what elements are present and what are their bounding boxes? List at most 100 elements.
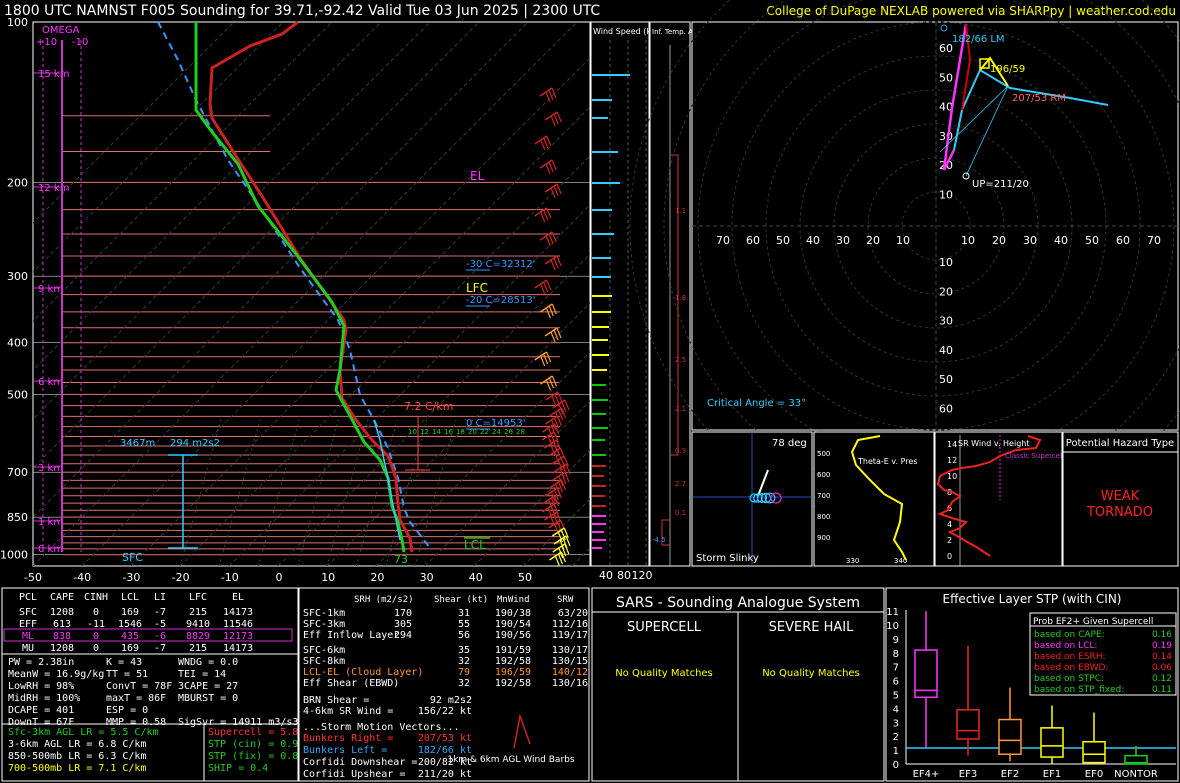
temperature-label: 50: [518, 571, 532, 584]
index-value: DCAPE = 401: [8, 705, 74, 716]
pressure-label: 500: [7, 388, 28, 401]
index-value: MBURST = 0: [178, 693, 238, 704]
parcel-header: LCL: [121, 592, 139, 603]
kin-row-label: Eff Shear (EBWD): [303, 678, 399, 689]
pressure-label: 200: [7, 176, 28, 189]
index-value: TT = 51: [106, 669, 148, 680]
temp-adv-val-5: 0.3: [675, 447, 686, 455]
temp-adv-val-6: 2.7: [675, 480, 686, 488]
hodo-y-tick: 20: [939, 285, 953, 298]
index-value: ESP = 0: [106, 705, 148, 716]
parcel-cell: SFC: [19, 607, 37, 618]
kin-cell: 192/58: [495, 678, 531, 689]
sfc-label: SFC: [122, 551, 143, 564]
hodo-lm-label: 182/66 LM: [952, 34, 1005, 45]
kin-cell: 79: [458, 667, 470, 678]
hodo-rm-label: 207/53 RM: [1012, 93, 1066, 104]
height-label: 6 km: [38, 377, 63, 388]
sars-supercell-header: SUPERCELL: [627, 620, 702, 635]
lapse-rate-value: 850-500mb LR = 6.3 C/km: [8, 751, 146, 762]
height-label: 9 km: [38, 284, 63, 295]
kin-cell: 31: [458, 608, 470, 619]
pressure-axis: 100 200 300 400 500 700 850 1000: [0, 16, 28, 562]
kin-header: MnWind: [497, 595, 530, 605]
theta-e-panel: 500600700800900330340350 Theta-E v. Pres: [813, 431, 955, 567]
lapse-rate-block: Sfc-3km AGL LR = 5.5 C/km3-6km AGL LR = …: [8, 727, 159, 774]
index-value: K = 43: [106, 657, 142, 668]
theta-e-y-tick: 900: [817, 534, 830, 542]
kin-cell: 190/38: [495, 608, 531, 619]
kin-cell: 55: [458, 619, 470, 630]
kin-cell: 32: [458, 678, 470, 689]
hodo-y-tick: 50: [939, 71, 953, 84]
temperature-label: 10: [321, 571, 335, 584]
temp-adv-val-8: -4.5: [652, 536, 666, 544]
stp-y-tick: 9: [893, 635, 899, 646]
sr-wind-y-tick: 4: [947, 520, 952, 529]
wetbulb-tick: 20: [468, 428, 477, 436]
hodo-y-tick: 30: [939, 315, 953, 328]
sr-wind-y-tick: 14: [947, 440, 957, 449]
parcel-cell: 1546: [118, 619, 142, 630]
kin-row-label: SFC-8km: [303, 656, 345, 667]
parcel-cell: 0: [93, 643, 99, 654]
hodo-x-tick: 20: [866, 234, 880, 247]
kin-header: SRW: [557, 595, 574, 605]
parcel-cell: 14173: [223, 607, 253, 618]
temperature-label: -40: [73, 571, 91, 584]
omega-tick-minus: -10: [72, 37, 88, 48]
hodo-x-tick: 10: [961, 234, 975, 247]
stp-box: [1040, 727, 1064, 758]
lapse-rate-value: 700-500mb LR = 7.1 C/km: [8, 763, 146, 774]
vector-value: 211/20 kt: [418, 769, 472, 780]
parcel-cell: 12173: [223, 631, 253, 642]
kin-cell: 140/12: [552, 667, 588, 678]
kin-row-label: SFC-1km: [303, 608, 345, 619]
storm-vectors-title: ...Storm Motion Vectors...: [303, 722, 460, 733]
temperature-axis: -50 -40 -30 -20 -10 0 10 20 30 40 50: [24, 571, 532, 584]
hodo-x-tick: 60: [746, 234, 760, 247]
parcel-header: LFC: [189, 592, 207, 603]
prob-label: based on LCL:: [1034, 641, 1097, 651]
kinematic-panel: SRH (m2/s2) Shear (kt) MnWind SRW SFC-1km 170…: [298, 587, 590, 782]
pressure-label: 400: [7, 337, 28, 350]
parcel-cell: 14173: [223, 643, 253, 654]
parcel-cell: 613: [53, 619, 71, 630]
pressure-label: 300: [7, 270, 28, 283]
prob-label: based on STP_fixed:: [1034, 685, 1124, 695]
barb-caption: 1km & 6km AGL Wind Barbs: [447, 755, 574, 765]
wind-speed-frame: [590, 21, 650, 567]
prob-value: 0.19: [1152, 641, 1172, 651]
temperature-label: 40: [469, 571, 483, 584]
kin-row-label: LCL-EL (Cloud Layer): [303, 667, 423, 678]
temp-adv-val-4: 2.1: [675, 405, 686, 413]
kin-cell: 305: [394, 619, 412, 630]
kin-cell: 190/54: [495, 619, 531, 630]
storm-vector-block: BRN Shear = 92 m2s2 4-6km SR Wind = 156/22 …: [303, 695, 472, 780]
parcel-header: EL: [232, 592, 244, 603]
parcel-cell: -11: [87, 619, 105, 630]
pressure-label: 100: [7, 16, 28, 29]
thermo-panel: PCL CAPE CINH LCL LI LFC EL SFC 1208 0 169 -7 215 141…: [1, 587, 299, 782]
sr-wind-title: SR Wind v. Height: [958, 439, 1029, 448]
index-value: WNDG = 0.0: [178, 657, 238, 668]
temperature-label: 20: [370, 571, 384, 584]
theta-e-y-tick: 700: [817, 492, 830, 500]
kin-row-label: SFC-3km: [303, 619, 345, 630]
hodo-x-tick: 40: [1054, 234, 1068, 247]
vector-label: Corfidi Downshear =: [303, 757, 417, 768]
hodo-x-tick: 20: [992, 234, 1006, 247]
parcel-cell: 1208: [50, 643, 74, 654]
wetbulb-tick: 12: [420, 428, 429, 436]
kin-cell: 56: [458, 630, 470, 641]
hodo-x-tick: 50: [1085, 234, 1099, 247]
parcel-cell: 169: [121, 607, 139, 618]
hodo-x-tick: 60: [1116, 234, 1130, 247]
vector-label: Bunkers Left =: [303, 745, 387, 756]
lapse-rate-value: Sfc-3km AGL LR = 5.5 C/km: [8, 727, 159, 738]
stp-y-tick: 11: [886, 607, 899, 618]
prob-value: 0.14: [1152, 652, 1172, 662]
kin-cell: 191/59: [495, 645, 531, 656]
parcel-cell: ML: [22, 631, 34, 642]
minus30-level: -30 C=32312': [466, 259, 535, 270]
